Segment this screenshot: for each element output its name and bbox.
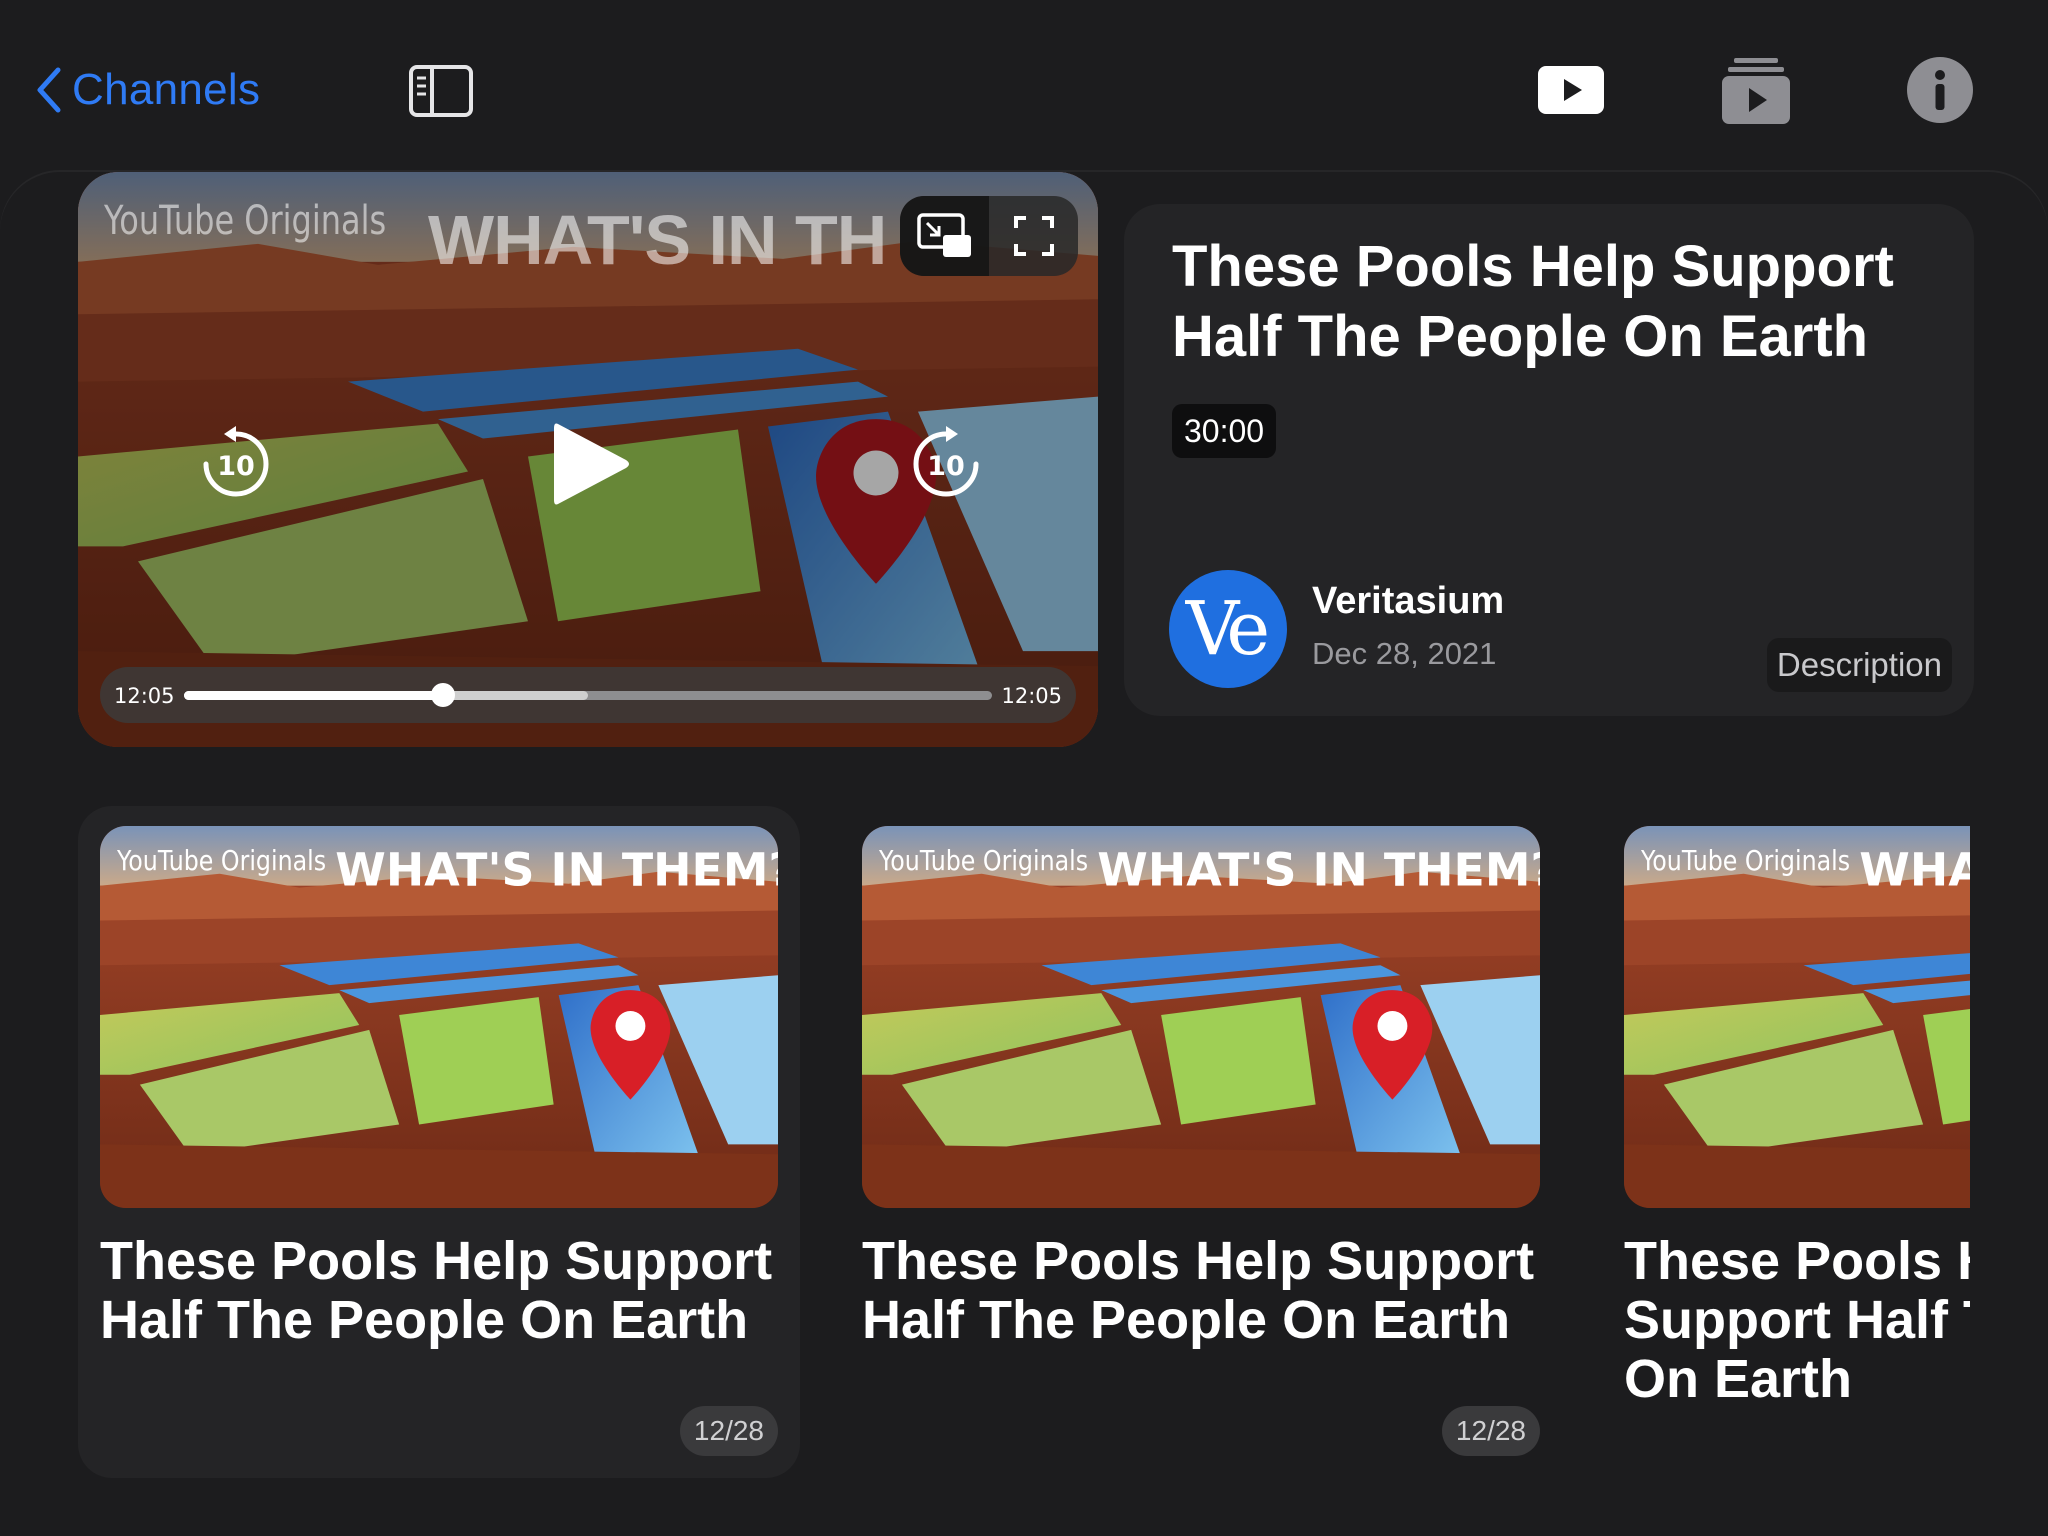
thumbnail-image: YouTube Originals WHAT'S IN THEM? — [100, 826, 778, 1208]
video-card-title-line: On Earth — [1624, 1349, 1853, 1409]
youtube-originals-brand: YouTube Originals — [104, 198, 387, 244]
description-button[interactable]: Description — [1766, 638, 1952, 692]
elapsed-time: 12:05 — [114, 684, 175, 708]
play-button[interactable] — [544, 416, 634, 512]
video-card-title-line: These Pools H — [1624, 1232, 1970, 1291]
publish-date: Dec 28, 2021 — [1312, 636, 1497, 671]
thumbnail-overlay-title: WHAT'S IN TH — [428, 201, 887, 279]
video-player[interactable]: YouTube Originals WHAT'S IN TH 10 10 12:… — [78, 172, 1098, 747]
player-top-controls — [900, 196, 1078, 276]
queue-icon — [1722, 58, 1790, 124]
play-rectangle-icon — [1538, 66, 1604, 114]
back-label: Channels — [72, 65, 261, 114]
thumbnail-title: WHAT'S IN THEM? — [335, 843, 778, 897]
queue-button[interactable] — [1722, 56, 1790, 124]
progress-track[interactable] — [184, 683, 992, 707]
fullscreen-button[interactable] — [989, 196, 1078, 276]
channel-avatar[interactable]: Ve — [1169, 570, 1287, 688]
video-card[interactable]: YouTube Originals WHAT'S IN THEM? These … — [840, 806, 1562, 1478]
video-title: These Pools Help Support Half The People… — [1172, 234, 1894, 369]
picture-in-picture-button[interactable] — [900, 196, 989, 276]
skip-forward-10-icon: 10 — [913, 426, 979, 497]
top-navigation-bar: Channels — [0, 0, 2048, 170]
video-card-title: These Pools Help Support Half The People… — [100, 1231, 773, 1350]
thumbnail-image: YouTube Originals WHA — [1624, 826, 1970, 1208]
video-thumbnail: YouTube Originals WHAT'S IN THEM? — [100, 826, 778, 1208]
info-circle-icon — [1907, 57, 1973, 123]
thumbnail-brand: YouTube Originals — [1640, 845, 1850, 877]
video-card[interactable]: YouTube Originals WHA These Pools H Supp… — [1602, 806, 1970, 1478]
back-button[interactable]: Channels — [34, 62, 260, 118]
play-video-button[interactable] — [1538, 66, 1604, 114]
video-card-date: 12/28 — [1441, 1406, 1540, 1456]
played-progress — [184, 691, 443, 700]
skip-back-seconds: 10 — [217, 451, 255, 482]
sidebar-toggle-button[interactable] — [408, 64, 474, 118]
play-icon — [554, 423, 629, 505]
video-card[interactable]: YouTube Originals WHAT'S IN THEM? These … — [78, 806, 800, 1478]
channel-name[interactable]: Veritasium — [1312, 580, 1504, 623]
skip-back-button[interactable]: 10 — [196, 424, 276, 504]
picture-in-picture-icon — [916, 213, 971, 257]
skip-forward-button[interactable]: 10 — [906, 424, 986, 504]
skip-forward-seconds: 10 — [927, 451, 965, 482]
sidebar-icon — [409, 65, 473, 117]
video-card-title: These Pools H Support Half T On Earth — [1624, 1232, 1970, 1409]
scrub-bar: 12:05 12:05 — [100, 667, 1076, 723]
duration-badge: 30:00 — [1172, 404, 1277, 458]
video-card-title-line: Support Half T — [1624, 1290, 1970, 1350]
video-thumbnail: YouTube Originals WHAT'S IN THEM? — [862, 826, 1540, 1208]
skip-back-10-icon: 10 — [203, 426, 269, 497]
video-card-date: 12/28 — [679, 1406, 778, 1456]
thumbnail-image: YouTube Originals WHAT'S IN THEM? — [862, 826, 1540, 1208]
fullscreen-icon — [1013, 216, 1054, 256]
thumbnail-brand: YouTube Originals — [878, 845, 1088, 877]
channel-avatar-initials: Ve — [1185, 586, 1270, 672]
remaining-time: 12:05 — [1001, 684, 1062, 708]
video-info-card: These Pools Help Support Half The People… — [1124, 204, 1974, 716]
thumbnail-title: WHA — [1859, 843, 1970, 897]
video-thumbnail: YouTube Originals WHA — [1624, 826, 1970, 1208]
thumbnail-title: WHAT'S IN THEM? — [1097, 843, 1540, 897]
thumbnail-brand: YouTube Originals — [116, 845, 326, 877]
scrub-handle[interactable] — [430, 683, 455, 707]
video-card-title: These Pools Help Support Half The People… — [862, 1231, 1535, 1350]
info-button[interactable] — [1906, 56, 1974, 124]
chevron-left-icon — [37, 67, 61, 113]
video-list: YouTube Originals WHAT'S IN THEM? These … — [78, 806, 1970, 1486]
